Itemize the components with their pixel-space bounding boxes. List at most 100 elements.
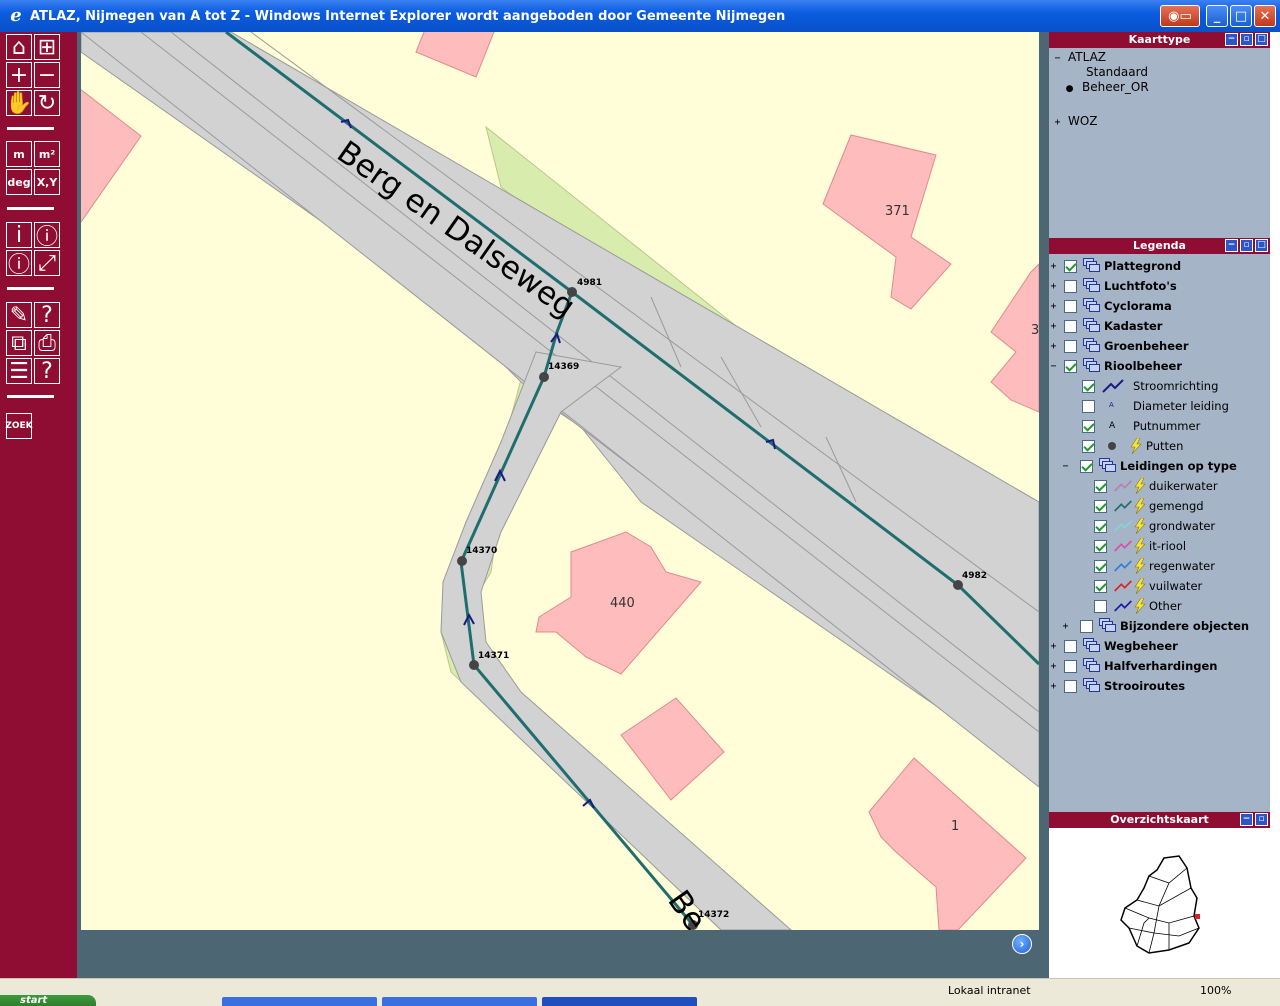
expand-icon[interactable]: + (1053, 118, 1062, 128)
identify-icon[interactable]: ⅰ (6, 222, 32, 248)
minimize-button[interactable]: _ (1206, 5, 1228, 27)
zoom-in-icon[interactable]: + (6, 62, 32, 88)
layer-row-kadaster[interactable]: + Kadaster (1049, 316, 1162, 336)
layer-checkbox[interactable] (1094, 479, 1107, 493)
pan-hand-icon[interactable]: ✋ (5, 90, 33, 116)
collapse-icon[interactable]: − (1061, 461, 1070, 471)
maximize-button[interactable]: □ (1230, 5, 1252, 27)
kaarttype-option-beheer[interactable]: ● Beheer_OR (1057, 80, 1149, 95)
print-icon[interactable]: ⎙ (34, 330, 60, 356)
layer-checkbox[interactable] (1064, 359, 1077, 373)
layer-row-strooiroutes[interactable]: + Strooiroutes (1049, 676, 1185, 696)
layer-row-groenbeheer[interactable]: + Groenbeheer (1049, 336, 1189, 356)
layer-checkbox[interactable] (1094, 539, 1107, 553)
kaarttype-group-atlaz[interactable]: − ATLAZ (1053, 50, 1106, 65)
help-icon[interactable]: ? (34, 358, 60, 384)
layer-checkbox[interactable] (1082, 419, 1095, 433)
expand-icon[interactable]: + (1049, 281, 1058, 291)
layer-checkbox[interactable] (1094, 559, 1107, 573)
expand-icon[interactable]: + (1049, 661, 1058, 671)
measure-length-button[interactable]: m (6, 141, 32, 167)
map-canvas[interactable]: 4981 14369 14370 14371 14372 4982 371 44… (81, 32, 1039, 930)
group-row-bijzondere[interactable]: + Bijzondere objecten (1061, 616, 1249, 636)
layer-row-plattegrond[interactable]: + Plattegrond (1049, 256, 1181, 276)
layer-checkbox[interactable] (1094, 499, 1107, 513)
layer-checkbox[interactable] (1082, 379, 1095, 393)
layer-checkbox[interactable] (1064, 299, 1077, 313)
info-area-icon[interactable]: ⓘ (6, 250, 32, 278)
expand-icon[interactable]: + (1049, 321, 1058, 331)
select-shapes-icon[interactable]: ⧉ (6, 330, 32, 356)
overview-map[interactable] (1049, 828, 1270, 978)
maximize-panel-icon[interactable]: □ (1255, 239, 1268, 252)
maximize-panel-icon[interactable]: □ (1255, 33, 1268, 46)
leiding-row[interactable]: regenwater (1094, 556, 1215, 576)
group-row-leidingen[interactable]: − Leidingen op type (1061, 456, 1237, 476)
refresh-icon[interactable]: ↻ (34, 90, 60, 116)
expand-icon[interactable]: + (1049, 341, 1058, 351)
leiding-row[interactable]: duikerwater (1094, 476, 1218, 496)
kaarttype-group-woz[interactable]: + WOZ (1053, 114, 1097, 129)
sublayer-row-putten[interactable]: Putten (1082, 436, 1183, 456)
sublayer-row-diameter[interactable]: A Diameter leiding (1082, 396, 1229, 416)
taskbar-item-active[interactable] (542, 997, 697, 1006)
expand-icon[interactable]: + (1049, 301, 1058, 311)
extension-icon[interactable]: ◉▭ (1160, 5, 1200, 27)
leiding-row[interactable]: Other (1094, 596, 1182, 616)
zoom-in-box-icon[interactable]: ⊞ (34, 34, 60, 60)
info-icon[interactable]: ⓘ (34, 222, 60, 250)
layer-checkbox[interactable] (1094, 599, 1107, 613)
layer-row-wegbeheer[interactable]: + Wegbeheer (1049, 636, 1178, 656)
leiding-row[interactable]: it-riool (1094, 536, 1186, 556)
search-button[interactable]: ZOEK (5, 413, 33, 439)
layer-checkbox[interactable] (1082, 439, 1095, 453)
layer-checkbox[interactable] (1080, 459, 1093, 473)
layer-checkbox[interactable] (1094, 579, 1107, 593)
layer-row-luchtfotos[interactable]: + Luchtfoto's (1049, 276, 1177, 296)
measure-area-button[interactable]: m² (34, 141, 60, 167)
edit-document-icon[interactable]: ✎ (6, 302, 32, 328)
coordinates-button[interactable]: X,Y (34, 169, 60, 195)
layer-checkbox[interactable] (1064, 319, 1077, 333)
sublayer-row-putnummer[interactable]: A Putnummer (1082, 416, 1200, 436)
restore-panel-icon[interactable]: ▫ (1255, 813, 1268, 826)
layer-row-halfverhardingen[interactable]: + Halfverhardingen (1049, 656, 1218, 676)
sublayer-row-stroomrichting[interactable]: Stroomrichting (1082, 376, 1218, 396)
layer-checkbox[interactable] (1094, 519, 1107, 533)
zoom-level[interactable]: 100% (1200, 984, 1231, 997)
layer-checkbox[interactable] (1064, 639, 1077, 653)
restore-panel-icon[interactable]: ▫ (1240, 239, 1253, 252)
close-button[interactable]: ✕ (1254, 5, 1276, 27)
measure-angle-button[interactable]: deg (6, 169, 32, 195)
leiding-row[interactable]: gemengd (1094, 496, 1204, 516)
full-extent-icon[interactable]: ⤢ (34, 250, 60, 276)
layer-checkbox[interactable] (1080, 619, 1093, 633)
layer-row-cyclorama[interactable]: + Cyclorama (1049, 296, 1172, 316)
layer-checkbox[interactable] (1064, 259, 1077, 273)
kaarttype-option-standaard[interactable]: Standaard (1086, 65, 1148, 80)
minimize-panel-icon[interactable]: − (1240, 813, 1253, 826)
leiding-row[interactable]: vuilwater (1094, 576, 1202, 596)
layer-checkbox[interactable] (1064, 339, 1077, 353)
list-sort-icon[interactable]: ☰ (6, 358, 32, 384)
taskbar-item[interactable] (382, 997, 537, 1006)
layer-checkbox[interactable] (1082, 399, 1095, 413)
collapse-icon[interactable]: − (1053, 54, 1062, 64)
layer-checkbox[interactable] (1064, 279, 1077, 293)
expand-icon[interactable]: + (1049, 681, 1058, 691)
collapse-icon[interactable]: − (1049, 361, 1058, 371)
restore-panel-icon[interactable]: ▫ (1240, 33, 1253, 46)
expand-icon[interactable]: + (1061, 621, 1070, 631)
zoom-out-icon[interactable]: − (34, 62, 60, 88)
taskbar-item[interactable] (222, 997, 377, 1006)
minimize-panel-icon[interactable]: − (1225, 239, 1238, 252)
layer-checkbox[interactable] (1064, 679, 1077, 693)
query-icon[interactable]: ? (34, 302, 60, 328)
start-button[interactable]: start (0, 995, 96, 1006)
minimize-panel-icon[interactable]: − (1225, 33, 1238, 46)
next-arrow-icon[interactable]: › (1012, 934, 1032, 954)
home-icon[interactable]: ⌂ (6, 34, 32, 60)
layer-checkbox[interactable] (1064, 659, 1077, 673)
expand-icon[interactable]: + (1049, 261, 1058, 271)
leiding-row[interactable]: grondwater (1094, 516, 1215, 536)
